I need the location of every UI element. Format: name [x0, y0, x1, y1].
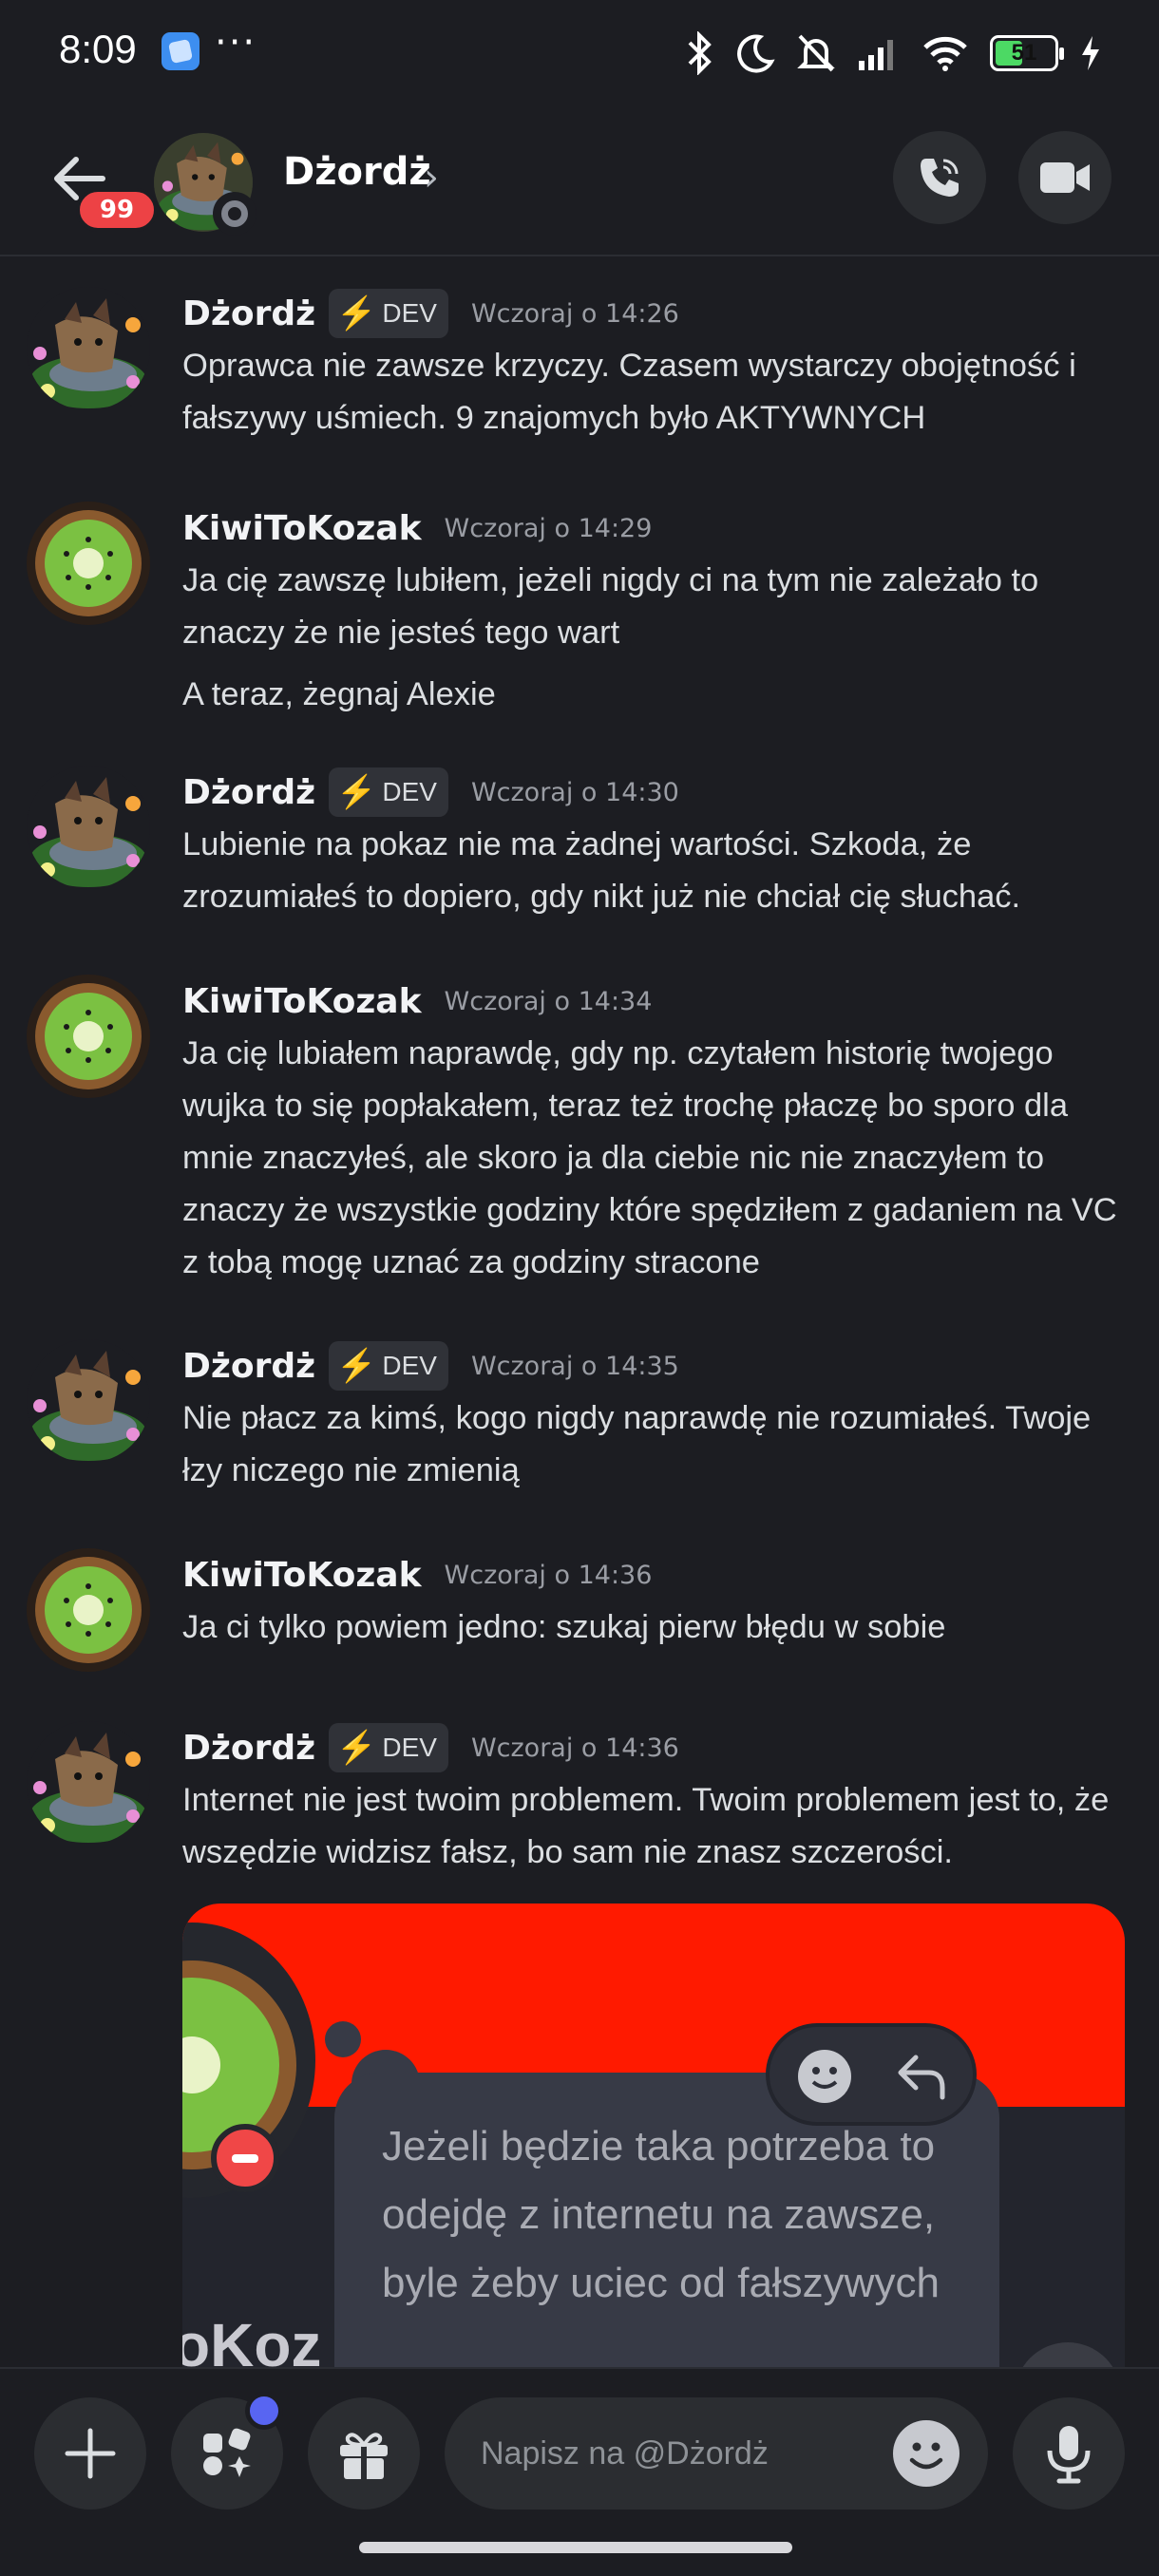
user-avatar[interactable] [27, 1721, 150, 1845]
message-author[interactable]: Dżordż [182, 773, 315, 812]
lightning-icon: ⚡ [336, 1730, 377, 1766]
dev-tag: ⚡ DEV [329, 767, 448, 817]
unread-count-badge: 99 [76, 188, 158, 232]
offline-status-indicator [213, 192, 256, 236]
user-avatar[interactable] [27, 502, 150, 625]
message-list[interactable]: Dżordż ⚡ DEV Wczoraj o 14:26 Oprawca nie … [0, 258, 1159, 2367]
message-timestamp: Wczoraj o 14:34 [444, 986, 653, 1016]
apps-icon [203, 2428, 251, 2477]
muted-bell-icon [797, 34, 835, 72]
embed-bubble-dot [325, 2021, 361, 2057]
dm-recipient-name[interactable]: Dżordż [283, 150, 431, 194]
reply-icon [898, 2055, 945, 2100]
message-timestamp: Wczoraj o 14:30 [470, 777, 679, 807]
kiwi-avatar-image [27, 975, 150, 1098]
status-time: 8:09 [59, 27, 137, 71]
message-author[interactable]: KiwiToKozak [182, 509, 422, 548]
lightning-icon: ⚡ [336, 295, 377, 331]
home-indicator[interactable] [359, 2542, 792, 2553]
message-timestamp: Wczoraj o 14:36 [444, 1560, 653, 1590]
message-author[interactable]: Dżordż [182, 1347, 315, 1386]
blocked-icon [211, 2124, 279, 2192]
lightning-icon: ⚡ [336, 1348, 377, 1384]
embed-partial-username: oKoz [182, 2311, 322, 2367]
gift-icon [340, 2433, 388, 2479]
lightning-icon: ⚡ [336, 774, 377, 810]
message-timestamp: Wczoraj o 14:26 [470, 298, 679, 329]
status-bar: 8:09 ··· 51 [0, 0, 1159, 104]
cellular-signal-icon [859, 40, 893, 70]
message-timestamp: Wczoraj o 14:35 [470, 1351, 679, 1381]
voice-call-button[interactable] [893, 131, 986, 224]
user-avatar[interactable] [27, 1339, 150, 1463]
dog-avatar-image [27, 1721, 150, 1845]
image-attachment[interactable]: oKoz Jeżeli będzie taka potrzeba to odej… [182, 1904, 1125, 2367]
charging-bolt-icon [1082, 36, 1099, 70]
dog-avatar-image [27, 1339, 150, 1463]
emoji-icon [798, 2050, 851, 2103]
message-author[interactable]: Dżordż [182, 294, 315, 333]
emoji-icon [895, 2422, 958, 2485]
dev-tag: ⚡ DEV [329, 1723, 448, 1772]
message-author[interactable]: Dżordż [182, 1729, 315, 1768]
video-call-button[interactable] [1018, 131, 1112, 224]
chevron-right-icon[interactable]: › [424, 156, 439, 199]
wifi-icon [923, 36, 967, 71]
message-text[interactable]: Ja ci tylko powiem jedno: szukaj pierw b… [182, 1601, 1125, 1654]
plus-icon [65, 2428, 116, 2479]
message-text[interactable]: Lubienie na pokaz nie ma żadnej wartości… [182, 819, 1125, 923]
user-avatar[interactable] [27, 1548, 150, 1672]
voice-message-button[interactable] [1013, 2397, 1125, 2510]
gift-button[interactable] [308, 2397, 420, 2510]
embed-message-text: Jeżeli będzie taka potrzeba to odejdę z … [382, 2123, 940, 2306]
more-notifications-indicator: ··· [215, 21, 257, 65]
apps-notification-dot [245, 2392, 283, 2430]
dm-header: 99 Dżordż › [0, 104, 1159, 256]
app-notification-icon [162, 32, 200, 70]
bluetooth-icon [688, 31, 712, 75]
message-text[interactable]: Internet nie jest twoim problemem. Twoim… [182, 1774, 1125, 1879]
kiwi-avatar-image [27, 502, 150, 625]
dev-tag: ⚡ DEV [329, 289, 448, 338]
message-timestamp: Wczoraj o 14:29 [444, 513, 653, 543]
message-text[interactable]: Ja cię lubiałem naprawdę, gdy np. czytał… [182, 1028, 1125, 1289]
embed-reaction-bar [766, 2023, 977, 2126]
message-text[interactable]: Oprawca nie zawsze krzyczy. Czasem wysta… [182, 340, 1125, 445]
dev-tag: ⚡ DEV [329, 1341, 448, 1391]
kiwi-avatar-image [27, 1548, 150, 1672]
video-camera-icon [1040, 162, 1090, 193]
status-indicators: 51 [686, 28, 1102, 78]
emoji-button[interactable] [893, 2420, 960, 2487]
battery-icon: 51 [990, 35, 1064, 71]
add-attachment-button[interactable] [34, 2397, 146, 2510]
message-author[interactable]: KiwiToKozak [182, 982, 422, 1021]
dog-avatar-image [27, 766, 150, 889]
message-timestamp: Wczoraj o 14:36 [470, 1733, 679, 1763]
user-avatar[interactable] [27, 766, 150, 889]
microphone-icon [1047, 2426, 1091, 2484]
message-text[interactable]: A teraz, żegnaj Alexie [182, 669, 1125, 721]
message-author[interactable]: KiwiToKozak [182, 1556, 422, 1595]
message-text[interactable]: Ja cię zawszę lubiłem, jeżeli nigdy ci n… [182, 555, 1125, 659]
message-text[interactable]: Nie płacz za kimś, kogo nigdy naprawdę n… [182, 1392, 1125, 1497]
dog-avatar-image [27, 287, 150, 410]
battery-level: 51 [1011, 40, 1037, 66]
phone-call-icon [921, 159, 959, 197]
user-avatar[interactable] [27, 287, 150, 410]
do-not-disturb-moon-icon [737, 34, 775, 73]
user-avatar[interactable] [27, 975, 150, 1098]
